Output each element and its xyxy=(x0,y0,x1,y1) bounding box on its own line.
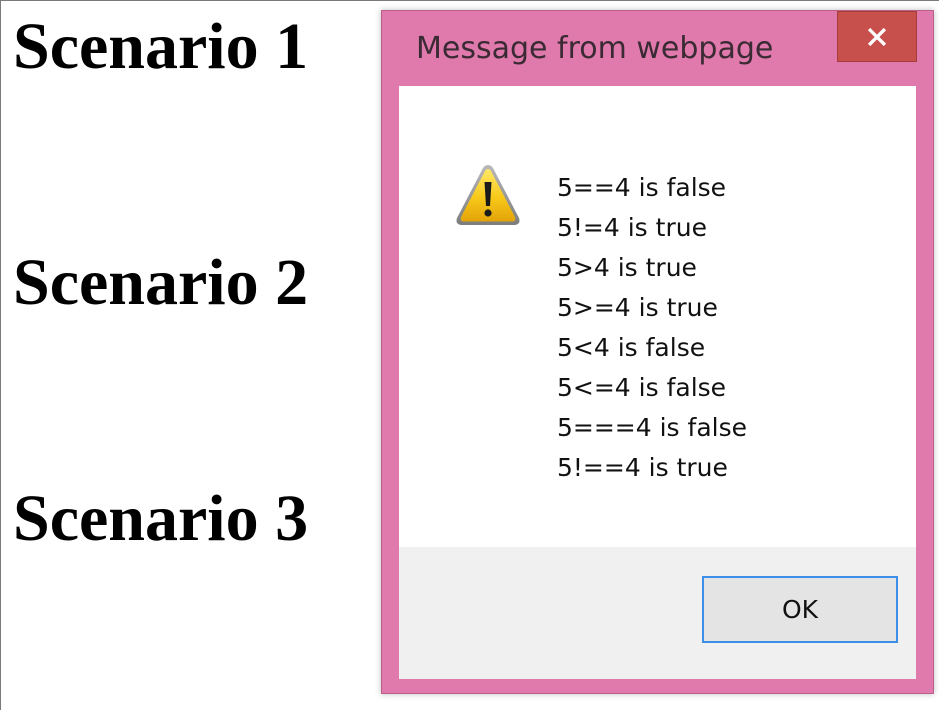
dialog-titlebar[interactable]: Message from webpage xyxy=(382,11,933,85)
close-button[interactable] xyxy=(837,11,917,62)
message-text: 5==4 is false 5!=4 is true 5>4 is true 5… xyxy=(557,168,747,488)
scenario-heading-3: Scenario 3 xyxy=(13,482,309,555)
scenario-heading-2: Scenario 2 xyxy=(13,246,309,319)
message-line: 5>=4 is true xyxy=(557,293,718,322)
alert-dialog: Message from webpage 5==4 is false 5!=4 … xyxy=(381,10,934,694)
scenario-heading-1: Scenario 1 xyxy=(13,10,309,83)
message-line: 5===4 is false xyxy=(557,413,747,442)
dialog-title: Message from webpage xyxy=(416,31,774,66)
close-icon xyxy=(867,27,887,47)
ok-button[interactable]: OK xyxy=(702,576,898,643)
message-line: 5<=4 is false xyxy=(557,373,727,402)
message-line: 5!=4 is true xyxy=(557,213,707,242)
message-line: 5!==4 is true xyxy=(557,453,728,482)
message-line: 5==4 is false xyxy=(557,173,727,202)
ok-button-label: OK xyxy=(781,595,819,624)
dialog-content: 5==4 is false 5!=4 is true 5>4 is true 5… xyxy=(399,86,916,679)
message-line: 5>4 is true xyxy=(557,253,697,282)
warning-icon xyxy=(456,165,520,225)
message-line: 5<4 is false xyxy=(557,333,706,362)
